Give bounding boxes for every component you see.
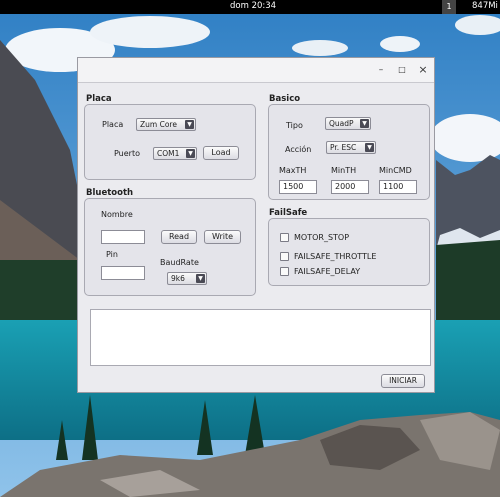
accion-label: Acción: [285, 145, 312, 154]
placa-select[interactable]: Zum Core ▼: [136, 118, 196, 131]
top-panel: dom 20:34 1 847Mi: [0, 0, 500, 14]
tipo-select[interactable]: QuadP ▼: [325, 117, 371, 130]
minth-field[interactable]: 2000: [331, 180, 369, 194]
placa-section-title: Placa: [86, 94, 112, 104]
baudrate-label: BaudRate: [160, 258, 199, 267]
chevron-down-icon: ▼: [196, 274, 205, 283]
placa-panel: Placa Zum Core ▼ Puerto COM1 ▼ Load: [84, 104, 256, 180]
placa-label: Placa: [102, 120, 124, 129]
log-textarea[interactable]: [90, 309, 431, 366]
baudrate-select[interactable]: 9k6 ▼: [167, 272, 207, 285]
workspace-indicator[interactable]: 1: [442, 0, 456, 14]
pin-field[interactable]: [101, 266, 145, 280]
minimize-icon[interactable]: –: [375, 64, 387, 76]
failsafe-section-title: FailSafe: [269, 208, 308, 218]
failsafe-throttle-label: FAILSAFE_THROTTLE: [294, 252, 377, 261]
chevron-down-icon: ▼: [186, 149, 195, 158]
puerto-label: Puerto: [114, 149, 140, 158]
maximize-icon[interactable]: □: [396, 64, 408, 76]
nombre-field[interactable]: [101, 230, 145, 244]
placa-select-value: Zum Core: [140, 120, 177, 129]
app-window: – □ × Placa Placa Zum Core ▼ Puerto COM1…: [77, 57, 435, 393]
chevron-down-icon: ▼: [365, 143, 374, 152]
accion-select[interactable]: Pr. ESC ▼: [326, 141, 376, 154]
puerto-select[interactable]: COM1 ▼: [153, 147, 197, 160]
chevron-down-icon: ▼: [185, 120, 194, 129]
basico-panel: Tipo QuadP ▼ Acción Pr. ESC ▼ MaxTH MinT…: [268, 104, 430, 200]
baudrate-select-value: 9k6: [171, 274, 185, 283]
maxth-label: MaxTH: [279, 166, 307, 175]
close-icon[interactable]: ×: [417, 64, 429, 76]
accion-select-value: Pr. ESC: [330, 143, 357, 152]
puerto-select-value: COM1: [157, 149, 180, 158]
bluetooth-section-title: Bluetooth: [86, 188, 134, 198]
tipo-label: Tipo: [286, 121, 303, 130]
bluetooth-panel: Nombre Read Write Pin BaudRate 9k6 ▼: [84, 198, 256, 296]
write-button[interactable]: Write: [204, 230, 241, 244]
chevron-down-icon: ▼: [360, 119, 369, 128]
failsafe-panel: MOTOR_STOP FAILSAFE_THROTTLE FAILSAFE_DE…: [268, 218, 430, 286]
clock[interactable]: dom 20:34: [230, 1, 276, 11]
load-button[interactable]: Load: [203, 146, 239, 160]
failsafe-delay-checkbox[interactable]: [280, 267, 289, 276]
basico-section-title: Basico: [269, 94, 301, 104]
window-titlebar[interactable]: – □ ×: [78, 58, 434, 83]
iniciar-button[interactable]: INICIAR: [381, 374, 425, 388]
minth-label: MinTH: [331, 166, 357, 175]
read-button[interactable]: Read: [161, 230, 197, 244]
motor-stop-checkbox[interactable]: [280, 233, 289, 242]
maxth-field[interactable]: 1500: [279, 180, 317, 194]
mincmd-label: MinCMD: [379, 166, 412, 175]
failsafe-delay-label: FAILSAFE_DELAY: [294, 267, 361, 276]
motor-stop-label: MOTOR_STOP: [294, 233, 350, 242]
pin-label: Pin: [106, 250, 118, 259]
failsafe-throttle-checkbox[interactable]: [280, 252, 289, 261]
nombre-label: Nombre: [101, 210, 133, 219]
tipo-select-value: QuadP: [329, 119, 354, 128]
mincmd-field[interactable]: 1100: [379, 180, 417, 194]
network-speed: 847Mi: [472, 1, 498, 11]
